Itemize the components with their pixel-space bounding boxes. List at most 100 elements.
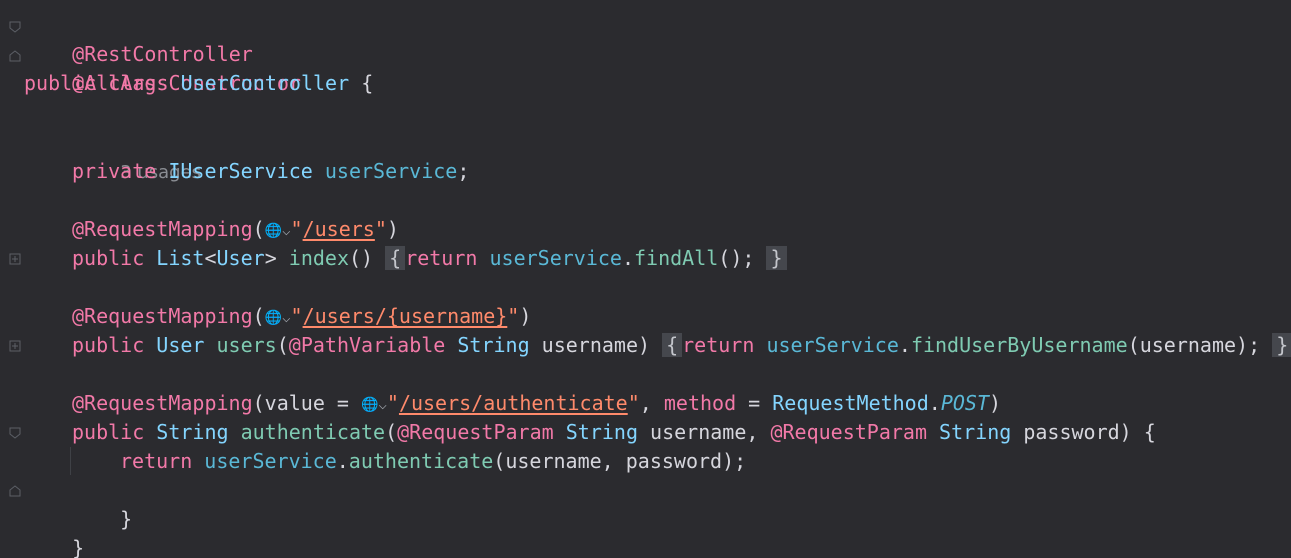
type-name: RequestMethod: [772, 391, 929, 415]
method-name: authenticate: [240, 420, 386, 444]
type-name: User: [216, 246, 265, 270]
code-editor[interactable]: @RestController @AllArgsConstructor publ…: [0, 0, 1291, 558]
paren: (: [252, 391, 265, 415]
arguments: (username, password);: [493, 449, 747, 473]
comma: ,: [639, 391, 664, 415]
method-name: users: [216, 333, 277, 357]
angle-bracket: >: [264, 246, 277, 270]
field-name: userService: [204, 449, 337, 473]
type-name: User: [156, 333, 205, 357]
paren: ): [386, 217, 399, 241]
dot: .: [898, 333, 911, 357]
code-line-8[interactable]: @RequestMapping(🌐⌵"/users/{username}"): [72, 302, 531, 331]
expand-fold-icon[interactable]: [8, 339, 22, 353]
type-name: IUserService: [168, 159, 313, 183]
keyword: public: [24, 71, 97, 95]
brace: }: [120, 507, 133, 531]
type-name: String: [156, 420, 229, 444]
parameter: password: [1023, 420, 1120, 444]
url-path-link[interactable]: /users: [303, 217, 375, 241]
code-line-13[interactable]: }: [72, 476, 132, 531]
annotation: @RequestParam: [770, 420, 927, 444]
parameter: username: [650, 420, 747, 444]
method-name: index: [288, 246, 349, 270]
code-line-12[interactable]: return userService.authenticate(username…: [120, 447, 746, 476]
quote: ": [290, 304, 303, 328]
brace: {: [1143, 420, 1156, 444]
keyword: private: [72, 159, 157, 183]
brace: }: [72, 536, 85, 558]
type-name: List: [156, 246, 205, 270]
equals: =: [324, 391, 362, 415]
semicolon: ;: [457, 159, 470, 183]
fold-marker-icon[interactable]: [8, 484, 22, 498]
keyword: public: [72, 420, 145, 444]
code-line-5[interactable]: private IUserService userService;: [72, 157, 469, 186]
field-name: userService: [766, 333, 899, 357]
folded-block-close[interactable]: }: [1272, 333, 1291, 357]
annotation: @RequestMapping: [72, 391, 253, 415]
folded-block-close[interactable]: }: [766, 246, 787, 270]
arguments: (username);: [1127, 333, 1261, 357]
keyword: class: [108, 71, 169, 95]
keyword: return: [120, 449, 193, 473]
globe-icon[interactable]: 🌐⌵: [265, 217, 291, 246]
type-name: String: [457, 333, 530, 357]
attribute-name: value: [264, 391, 325, 415]
paren: ): [1119, 420, 1132, 444]
code-line-6[interactable]: @RequestMapping(🌐⌵"/users"): [72, 215, 399, 244]
field-name: userService: [324, 159, 458, 183]
keyword: public: [72, 246, 145, 270]
dot: .: [928, 391, 941, 415]
code-line-1[interactable]: @RestController: [24, 11, 253, 66]
folded-block-open[interactable]: {: [662, 333, 683, 357]
globe-icon[interactable]: 🌐⌵: [265, 304, 291, 333]
type-name: String: [565, 420, 638, 444]
code-line-11[interactable]: public String authenticate(@RequestParam…: [72, 418, 1156, 447]
annotation: @RequestParam: [397, 420, 554, 444]
brace: {: [361, 71, 374, 95]
attribute-name: method: [663, 391, 737, 415]
annotation: @PathVariable: [288, 333, 446, 357]
globe-icon[interactable]: 🌐⌵: [361, 391, 387, 420]
code-line-9[interactable]: public User users(@PathVariable String u…: [72, 331, 1291, 360]
code-line-3[interactable]: public class UserController {: [24, 69, 373, 98]
editor-gutter: [0, 0, 22, 558]
quote: ": [290, 217, 303, 241]
quote: ": [507, 304, 520, 328]
paren: (: [252, 217, 265, 241]
enum-constant: POST: [940, 391, 989, 415]
annotation: @RequestMapping: [72, 304, 253, 328]
paren: (: [276, 333, 289, 357]
paren: ): [989, 391, 1002, 415]
fold-marker-icon[interactable]: [8, 49, 22, 63]
parens: (): [349, 246, 374, 270]
code-line-2[interactable]: @AllArgsConstructor: [24, 40, 301, 95]
folded-block-open[interactable]: {: [385, 246, 406, 270]
dot: .: [336, 449, 349, 473]
quote: ": [386, 391, 399, 415]
code-line-10[interactable]: @RequestMapping(value = 🌐⌵"/users/authen…: [72, 389, 1001, 418]
dot: .: [621, 246, 634, 270]
code-line-14[interactable]: }: [24, 505, 84, 558]
keyword: public: [72, 333, 145, 357]
expand-fold-icon[interactable]: [8, 252, 22, 266]
equals: =: [736, 391, 773, 415]
method-call: findAll: [633, 246, 719, 270]
annotation: @RequestMapping: [72, 217, 253, 241]
method-call: findUserByUsername: [910, 333, 1128, 357]
code-line-7[interactable]: public List<User> index() {return userSe…: [72, 244, 787, 273]
class-name: UserController: [180, 71, 350, 95]
paren: ): [519, 304, 532, 328]
fold-marker-icon[interactable]: [8, 426, 22, 440]
paren: ): [638, 333, 651, 357]
method-call: authenticate: [348, 449, 494, 473]
url-path-link[interactable]: /users/authenticate: [399, 391, 628, 415]
field-name: userService: [489, 246, 622, 270]
comma: ,: [746, 420, 771, 444]
fold-marker-icon[interactable]: [8, 20, 22, 34]
keyword: return: [405, 246, 478, 270]
usages-hint[interactable]: 3 usages: [72, 128, 201, 183]
url-path-link[interactable]: /users/{username}: [303, 304, 508, 328]
parens: ();: [718, 246, 755, 270]
